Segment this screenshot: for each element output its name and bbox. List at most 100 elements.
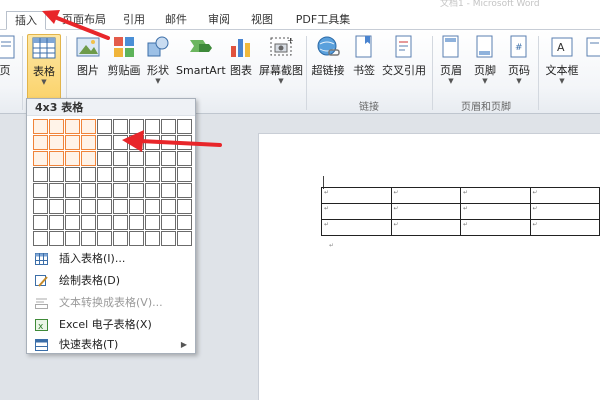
grid-cell[interactable] [65,119,80,134]
grid-cell[interactable] [65,199,80,214]
screenshot-button[interactable]: + 屏幕截图 ▼ [258,34,304,94]
grid-cell[interactable] [161,199,176,214]
grid-cell[interactable] [145,231,160,246]
bookmark-button[interactable]: 书签 [350,34,378,94]
menu-quick-tables[interactable]: 快速表格(T) ▶ [29,335,193,355]
grid-cell[interactable] [97,231,112,246]
table-cell[interactable]: ↵ [390,219,461,236]
grid-cell[interactable] [113,183,128,198]
tab-view[interactable]: 视图 [246,11,278,30]
grid-cell[interactable] [97,151,112,166]
document-page[interactable]: ↵ ↵ ↵ ↵ ↵ ↵ ↵ ↵ ↵ ↵ ↵ ↵ ↵ [258,133,600,400]
table-cell[interactable]: ↵ [321,203,392,220]
grid-cell[interactable] [81,183,96,198]
table-cell[interactable]: ↵ [529,187,600,204]
grid-cell[interactable] [97,119,112,134]
grid-cell[interactable] [113,167,128,182]
grid-cell[interactable] [49,119,64,134]
grid-cell[interactable] [33,135,48,150]
grid-cell[interactable] [33,183,48,198]
grid-cell[interactable] [177,183,192,198]
chart-button[interactable]: 图表 [226,34,256,94]
grid-cell[interactable] [33,167,48,182]
grid-cell[interactable] [177,215,192,230]
grid-cell[interactable] [129,183,144,198]
grid-cell[interactable] [65,151,80,166]
table-cell[interactable]: ↵ [460,187,531,204]
grid-cell[interactable] [81,231,96,246]
grid-cell[interactable] [65,167,80,182]
grid-cell[interactable] [161,231,176,246]
grid-cell[interactable] [49,215,64,230]
grid-cell[interactable] [81,135,96,150]
grid-cell[interactable] [65,183,80,198]
table-button[interactable]: 表格 ▼ [27,34,61,100]
grid-cell[interactable] [161,167,176,182]
grid-cell[interactable] [97,183,112,198]
quick-parts-button[interactable] [584,34,600,94]
grid-cell[interactable] [49,183,64,198]
tab-references[interactable]: 引用 [118,11,150,30]
table-cell[interactable]: ↵ [321,219,392,236]
grid-cell[interactable] [81,199,96,214]
inserted-table[interactable]: ↵ ↵ ↵ ↵ ↵ ↵ ↵ ↵ ↵ ↵ ↵ ↵ [321,187,600,236]
grid-cell[interactable] [49,199,64,214]
grid-cell[interactable] [65,231,80,246]
picture-button[interactable]: 图片 [72,34,104,94]
grid-cell[interactable] [33,199,48,214]
grid-cell[interactable] [129,215,144,230]
grid-cell[interactable] [97,215,112,230]
table-cell[interactable]: ↵ [529,203,600,220]
shapes-button[interactable]: 形状 ▼ [144,34,172,94]
table-cell[interactable]: ↵ [390,187,461,204]
grid-cell[interactable] [81,215,96,230]
grid-cell[interactable] [33,215,48,230]
grid-cell[interactable] [145,183,160,198]
grid-cell[interactable] [97,167,112,182]
grid-cell[interactable] [177,199,192,214]
header-button[interactable]: 页眉 ▼ [436,34,466,94]
table-cell[interactable]: ↵ [460,203,531,220]
tab-review[interactable]: 审阅 [203,11,235,30]
grid-cell[interactable] [113,215,128,230]
menu-convert-text-to-table[interactable]: 文本转换成表格(V)... [29,293,193,313]
grid-cell[interactable] [145,199,160,214]
grid-cell[interactable] [81,167,96,182]
grid-cell[interactable] [113,231,128,246]
grid-cell[interactable] [113,199,128,214]
clipart-button[interactable]: 剪贴画 [106,34,142,94]
tab-mailings[interactable]: 邮件 [160,11,192,30]
cross-reference-button[interactable]: 交叉引用 [380,34,428,94]
table-cell[interactable]: ↵ [529,219,600,236]
menu-draw-table[interactable]: 绘制表格(D) [29,271,193,291]
menu-excel-spreadsheet[interactable]: x Excel 电子表格(X) [29,315,193,335]
grid-cell[interactable] [65,215,80,230]
grid-cell[interactable] [177,167,192,182]
footer-button[interactable]: 页脚 ▼ [470,34,500,94]
grid-cell[interactable] [97,135,112,150]
tab-pdf-tools[interactable]: PDF工具集 [288,11,358,30]
grid-cell[interactable] [49,151,64,166]
table-cell[interactable]: ↵ [321,187,392,204]
grid-cell[interactable] [161,215,176,230]
table-cell[interactable]: ↵ [460,219,531,236]
grid-cell[interactable] [161,183,176,198]
grid-cell[interactable] [33,231,48,246]
grid-cell[interactable] [145,215,160,230]
grid-cell[interactable] [33,151,48,166]
grid-cell[interactable] [145,167,160,182]
grid-cell[interactable] [81,119,96,134]
grid-cell[interactable] [129,231,144,246]
grid-cell[interactable] [97,199,112,214]
table-cell[interactable]: ↵ [390,203,461,220]
grid-cell[interactable] [177,231,192,246]
grid-cell[interactable] [49,231,64,246]
page-number-button[interactable]: # 页码 ▼ [504,34,534,94]
grid-cell[interactable] [49,167,64,182]
grid-cell[interactable] [33,119,48,134]
grid-cell[interactable] [129,199,144,214]
grid-cell[interactable] [65,135,80,150]
pages-button[interactable]: 页 [0,34,16,94]
grid-cell[interactable] [49,135,64,150]
textbox-button[interactable]: A 文本框 ▼ [543,34,581,94]
